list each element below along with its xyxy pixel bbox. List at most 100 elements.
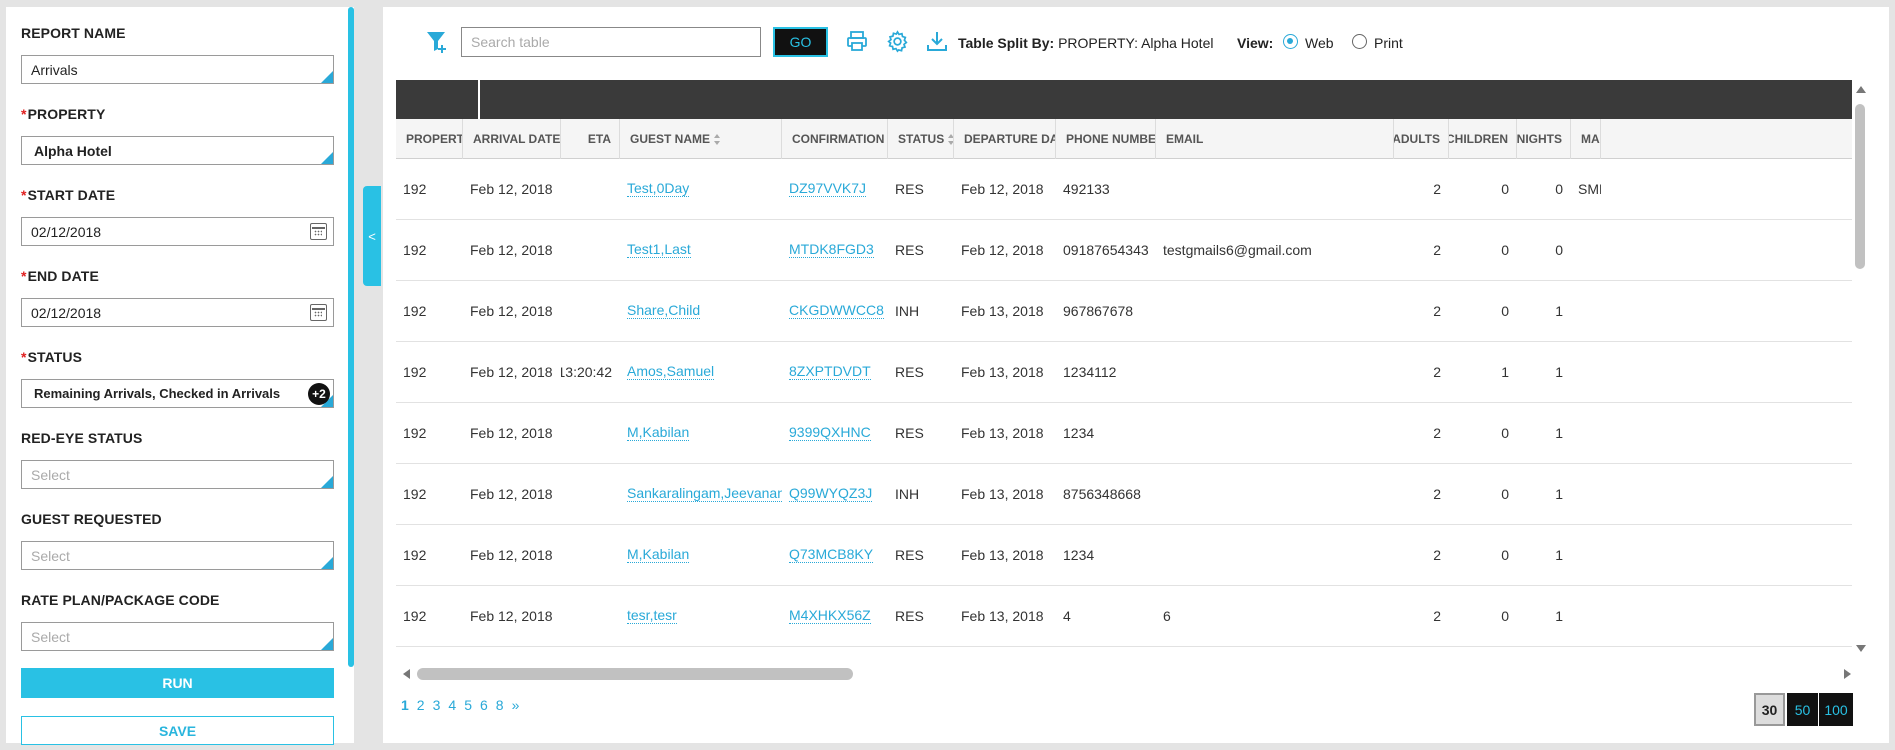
cell-guest-name[interactable]: Share,Child: [627, 281, 782, 341]
report-name-field[interactable]: Arrivals: [21, 55, 334, 84]
table-row[interactable]: 192 Feb 12, 2018 Sankaralingam,Jeevanantha…: [396, 464, 1852, 525]
sidebar-scrollbar[interactable]: [348, 7, 354, 667]
cell-confirmation[interactable]: Q99WYQZ3J: [789, 464, 888, 524]
table-row[interactable]: 192 Feb 12, 2018 Test1,Last MTDK8FGD3 RES Feb…: [396, 220, 1852, 281]
page-link[interactable]: 5: [464, 697, 472, 713]
cell-guest-name[interactable]: Sankaralingam,Jeevanantham: [627, 464, 782, 524]
property-field[interactable]: Alpha Hotel: [21, 136, 334, 165]
save-button[interactable]: SAVE: [21, 716, 334, 745]
table-row[interactable]: 192 Feb 12, 2018 Test,0Day DZ97VVK7J RES Feb …: [396, 159, 1852, 220]
cell-guest-name[interactable]: Test,0Day: [627, 159, 782, 219]
confirmation-link[interactable]: 8ZXPTDVDT: [789, 364, 871, 380]
scroll-right-icon[interactable]: [1844, 669, 1851, 679]
confirmation-link[interactable]: 9399QXHNC: [789, 425, 871, 441]
confirmation-link[interactable]: M4XHKX56Z: [789, 608, 871, 624]
confirmation-link[interactable]: DZ97VVK7J: [789, 181, 867, 197]
cell-confirmation[interactable]: 9399QXHNC: [789, 403, 888, 463]
horizontal-scroll-thumb[interactable]: [417, 668, 853, 680]
scroll-left-icon[interactable]: [403, 669, 410, 679]
view-web-label[interactable]: Web: [1305, 35, 1334, 51]
status-count-badge[interactable]: +2: [308, 383, 330, 405]
guest-name-link[interactable]: tesr,tesr: [627, 608, 677, 624]
guest-requested-placeholder: Select: [31, 548, 70, 564]
cell-confirmation[interactable]: Q73MCB8KY: [789, 525, 888, 585]
table-vertical-scrollbar[interactable]: [1853, 80, 1867, 656]
page-link[interactable]: 6: [480, 697, 488, 713]
table-row[interactable]: 192 Feb 12, 2018 M,Kabilan Q73MCB8KY RES Feb …: [396, 525, 1852, 586]
cell-phone-number: 492133: [1063, 181, 1110, 197]
view-web-radio[interactable]: [1283, 34, 1298, 49]
page-size-30-button[interactable]: 30: [1754, 693, 1785, 726]
collapse-panel-button[interactable]: <: [363, 186, 381, 286]
calendar-icon[interactable]: [310, 223, 327, 240]
cell-guest-name[interactable]: Amos,Samuel: [627, 342, 782, 402]
scroll-down-icon[interactable]: [1856, 645, 1866, 652]
cell-eta: 13:20:42: [561, 364, 612, 380]
cell-guest-name[interactable]: M,Kabilan: [627, 403, 782, 463]
end-date-field[interactable]: 02/12/2018: [21, 298, 334, 327]
confirmation-link[interactable]: Q73MCB8KY: [789, 547, 874, 563]
cell-guest-name[interactable]: Test1,Last: [627, 220, 782, 280]
column-header-phone-number: PHONE NUMBER: [1056, 119, 1156, 159]
cell-guest-name[interactable]: tesr,tesr: [627, 586, 782, 646]
filter-add-icon[interactable]: [425, 29, 449, 60]
cell-confirmation[interactable]: 8ZXPTDVDT: [789, 342, 888, 402]
table-row[interactable]: 192 Feb 12, 2018 tesr,tesr M4XHKX56Z RES Feb …: [396, 586, 1852, 647]
cell-confirmation[interactable]: CKGDWWCC8: [789, 281, 888, 341]
next-page-link[interactable]: »: [512, 697, 520, 713]
page-link[interactable]: 1: [401, 697, 409, 713]
guest-name-link[interactable]: M,Kabilan: [627, 425, 690, 441]
table-row[interactable]: 192 Feb 12, 2018 M,Kabilan 9399QXHNC RES Feb …: [396, 403, 1852, 464]
guest-name-link[interactable]: Test1,Last: [627, 242, 691, 258]
page-link[interactable]: 3: [433, 697, 441, 713]
print-icon[interactable]: [846, 30, 868, 57]
table-row[interactable]: 192 Feb 12, 2018 13:20:42 Amos,Samuel 8ZXPTD…: [396, 342, 1852, 403]
table-header-row: PROPERTY ARRIVAL DATE ETA GUEST NAME CONFIRM…: [396, 119, 1852, 159]
confirmation-link[interactable]: Q99WYQZ3J: [789, 486, 873, 502]
cell-children: 0: [1501, 242, 1509, 258]
view-print-label[interactable]: Print: [1374, 35, 1403, 51]
cell-confirmation[interactable]: MTDK8FGD3: [789, 220, 888, 280]
guest-requested-select[interactable]: Select: [21, 541, 334, 570]
start-date-field[interactable]: 02/12/2018: [21, 217, 334, 246]
cell-adults: 2: [1433, 181, 1441, 197]
view-print-radio[interactable]: [1352, 34, 1367, 49]
cell-guest-name[interactable]: M,Kabilan: [627, 525, 782, 585]
guest-name-link[interactable]: Test,0Day: [627, 181, 690, 197]
start-date-label: *START DATE: [21, 187, 116, 203]
guest-name-link[interactable]: M,Kabilan: [627, 547, 690, 563]
cell-eta: [561, 281, 612, 341]
run-button[interactable]: RUN: [21, 668, 334, 698]
page-link[interactable]: 8: [496, 697, 504, 713]
rate-plan-select[interactable]: Select: [21, 622, 334, 651]
red-eye-status-select[interactable]: Select: [21, 460, 334, 489]
column-header-status[interactable]: STATUS: [888, 119, 954, 159]
column-header-arrival-date[interactable]: ARRIVAL DATE: [463, 119, 561, 159]
cell-confirmation[interactable]: M4XHKX56Z: [789, 586, 888, 646]
vertical-scroll-thumb[interactable]: [1855, 104, 1865, 269]
guest-name-link[interactable]: Amos,Samuel: [627, 364, 715, 380]
page-link[interactable]: 2: [417, 697, 425, 713]
table-row[interactable]: 192 Feb 12, 2018 Share,Child CKGDWWCC8 INH Fe…: [396, 281, 1852, 342]
confirmation-link[interactable]: CKGDWWCC8: [789, 303, 884, 319]
settings-gear-icon[interactable]: [886, 30, 909, 58]
cell-confirmation[interactable]: DZ97VVK7J: [789, 159, 888, 219]
page-size-100-button[interactable]: 100: [1819, 693, 1853, 726]
calendar-icon[interactable]: [310, 304, 327, 321]
status-field[interactable]: Remaining Arrivals, Checked in Arrivals …: [21, 379, 334, 408]
sort-icon[interactable]: [714, 133, 721, 145]
download-icon[interactable]: [926, 30, 948, 57]
guest-name-link[interactable]: Sankaralingam,Jeevanantham: [627, 486, 782, 502]
sort-icon[interactable]: [948, 133, 953, 145]
table-horizontal-scrollbar[interactable]: [403, 666, 1851, 680]
go-button[interactable]: GO: [773, 27, 828, 57]
search-table-input[interactable]: [461, 27, 761, 57]
cell-nights: 1: [1555, 303, 1563, 319]
scroll-up-icon[interactable]: [1856, 86, 1866, 93]
column-header-confirmation[interactable]: CONFIRMATION: [782, 119, 888, 159]
page-size-50-button[interactable]: 50: [1787, 693, 1818, 726]
confirmation-link[interactable]: MTDK8FGD3: [789, 242, 874, 258]
page-link[interactable]: 4: [448, 697, 456, 713]
guest-name-link[interactable]: Share,Child: [627, 303, 701, 319]
column-header-guest-name[interactable]: GUEST NAME: [620, 119, 782, 159]
